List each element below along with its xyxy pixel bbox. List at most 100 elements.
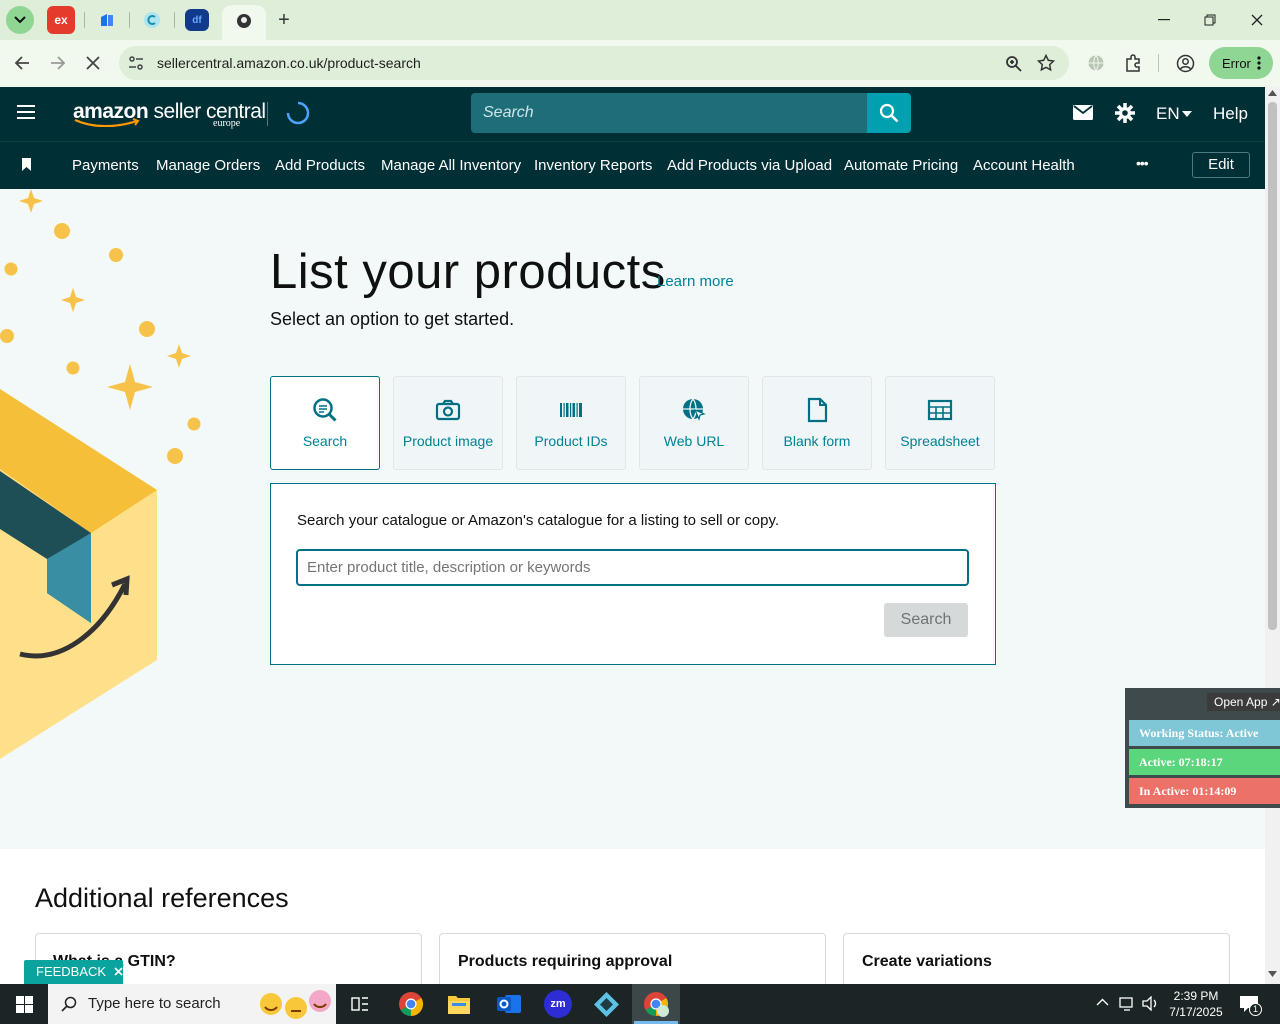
header-search-button[interactable] (867, 93, 911, 133)
toolbar-divider (1158, 54, 1159, 72)
tab-divider (174, 12, 175, 28)
nav-payments[interactable]: Payments (72, 157, 139, 174)
close-icon (86, 56, 100, 70)
nav-inventory-reports[interactable]: Inventory Reports (534, 157, 652, 174)
option-product-ids[interactable]: Product IDs (516, 376, 626, 470)
option-spreadsheet[interactable]: Spreadsheet (885, 376, 995, 470)
nav-add-products[interactable]: Add Products (275, 157, 365, 174)
settings-gear-icon[interactable] (1115, 103, 1135, 123)
chrome-icon[interactable] (398, 991, 424, 1017)
app-diamond-icon[interactable] (593, 991, 620, 1018)
clock-time: 2:39 PM (1173, 989, 1219, 1003)
search-catalogue-icon (313, 398, 337, 422)
tray-chevron-up-icon[interactable] (1096, 998, 1109, 1006)
header-search-input[interactable]: Search (471, 93, 868, 133)
copyright-icon (144, 12, 160, 28)
amazon-smile-icon (74, 118, 140, 127)
bookmark-star-icon[interactable] (1037, 54, 1055, 72)
minimize-button[interactable] (1144, 8, 1184, 32)
plus-icon: + (278, 8, 290, 31)
panel-description: Search your catalogue or Amazon's catalo… (297, 512, 780, 529)
zoom-app-icon[interactable]: zm (544, 990, 572, 1018)
profile-error-button[interactable]: Error (1209, 47, 1273, 79)
option-search-label: Search (302, 433, 348, 449)
option-web-url[interactable]: Web URL (639, 376, 749, 470)
system-clock[interactable]: 2:39 PM 7/17/2025 (1168, 988, 1224, 1020)
tab-df-label: df (192, 14, 202, 26)
language-selector[interactable]: EN (1156, 104, 1180, 124)
profile-icon[interactable] (1176, 54, 1195, 73)
url-text[interactable]: sellercentral.amazon.co.uk/product-searc… (157, 55, 421, 71)
learn-more-link[interactable]: Learn more (657, 273, 734, 290)
extensions-puzzle-icon[interactable] (1124, 54, 1142, 72)
chrome-profile-icon[interactable] (643, 991, 670, 1018)
feedback-tab[interactable]: FEEDBACK (24, 960, 123, 984)
network-icon[interactable] (1118, 996, 1136, 1011)
tab-ex[interactable]: ex (47, 6, 75, 34)
nav-manage-orders[interactable]: Manage Orders (156, 157, 260, 174)
tab-2[interactable] (93, 6, 121, 34)
bookmark-icon[interactable] (21, 158, 32, 171)
minimize-icon (1158, 19, 1170, 21)
working-status-row: Working Status: Active (1129, 720, 1280, 746)
product-search-input[interactable] (296, 549, 969, 586)
language-label: EN (1156, 104, 1180, 123)
nav-automate-pricing[interactable]: Automate Pricing (844, 157, 958, 174)
search-icon (879, 103, 899, 123)
zoom-icon[interactable] (1005, 55, 1022, 72)
logo-seller-central-text: seller central (148, 100, 267, 123)
open-app-button[interactable]: Open App ↗ (1207, 693, 1280, 711)
new-tab-button[interactable]: + (270, 6, 298, 34)
scroll-down-arrow-icon[interactable] (1268, 971, 1277, 977)
emoji-search-highlight-icon (260, 990, 331, 1019)
catalogue-search-button[interactable]: Search (884, 603, 968, 637)
box-illustration (0, 189, 201, 759)
task-view-icon[interactable] (351, 995, 369, 1013)
reference-title-variations[interactable]: Create variations (862, 953, 992, 971)
loading-spinner-icon (286, 101, 310, 125)
option-product-image[interactable]: Product image (393, 376, 503, 470)
scrollbar-thumb[interactable] (1268, 102, 1277, 630)
option-blank-form[interactable]: Blank form (762, 376, 872, 470)
nav-manage-all-inventory[interactable]: Manage All Inventory (381, 157, 521, 174)
back-button[interactable] (9, 50, 35, 76)
tab-search-button[interactable] (6, 6, 34, 34)
caret-down-icon (1182, 111, 1192, 117)
option-spreadsheet-label: Spreadsheet (900, 433, 980, 449)
close-icon[interactable] (114, 967, 123, 976)
arrow-right-icon (51, 56, 66, 70)
active-time-row: Active: 07:18:17 (1129, 749, 1280, 775)
option-search[interactable]: Search (270, 376, 380, 470)
outlook-icon[interactable] (496, 992, 522, 1016)
logo-region: europe (213, 118, 241, 129)
globe-extension-icon[interactable] (1087, 54, 1105, 72)
tab-active[interactable] (222, 5, 266, 40)
nav-add-products-upload[interactable]: Add Products via Upload (667, 157, 832, 174)
stop-loading-button[interactable] (80, 50, 106, 76)
header-divider (267, 102, 268, 126)
profile-error-label: Error (1222, 55, 1251, 71)
tab-df[interactable]: df (185, 9, 209, 31)
app-logo-icon (101, 14, 113, 26)
volume-icon[interactable] (1142, 996, 1159, 1011)
nav-edit-button[interactable]: Edit (1192, 152, 1250, 178)
site-settings-icon[interactable] (128, 55, 144, 71)
mail-icon[interactable] (1073, 105, 1093, 120)
nav-more-button[interactable]: ••• (1136, 155, 1149, 171)
feedback-label: FEEDBACK (36, 964, 107, 979)
site-favicon-icon (237, 14, 251, 28)
notification-count-badge: 1 (1249, 1003, 1262, 1016)
scroll-up-arrow-icon[interactable] (1268, 90, 1277, 96)
reference-title-approval[interactable]: Products requiring approval (458, 953, 672, 971)
forward-button[interactable] (45, 50, 71, 76)
arrow-left-icon (14, 56, 29, 70)
close-icon (1251, 14, 1263, 26)
close-window-button[interactable] (1237, 8, 1277, 32)
nav-account-health[interactable]: Account Health (973, 157, 1075, 174)
tab-3[interactable] (138, 6, 166, 34)
windows-start-icon[interactable] (16, 996, 33, 1013)
restore-button[interactable] (1190, 8, 1230, 32)
hamburger-menu-icon[interactable] (17, 105, 35, 119)
help-link[interactable]: Help (1213, 104, 1248, 124)
file-explorer-icon[interactable] (447, 993, 471, 1015)
